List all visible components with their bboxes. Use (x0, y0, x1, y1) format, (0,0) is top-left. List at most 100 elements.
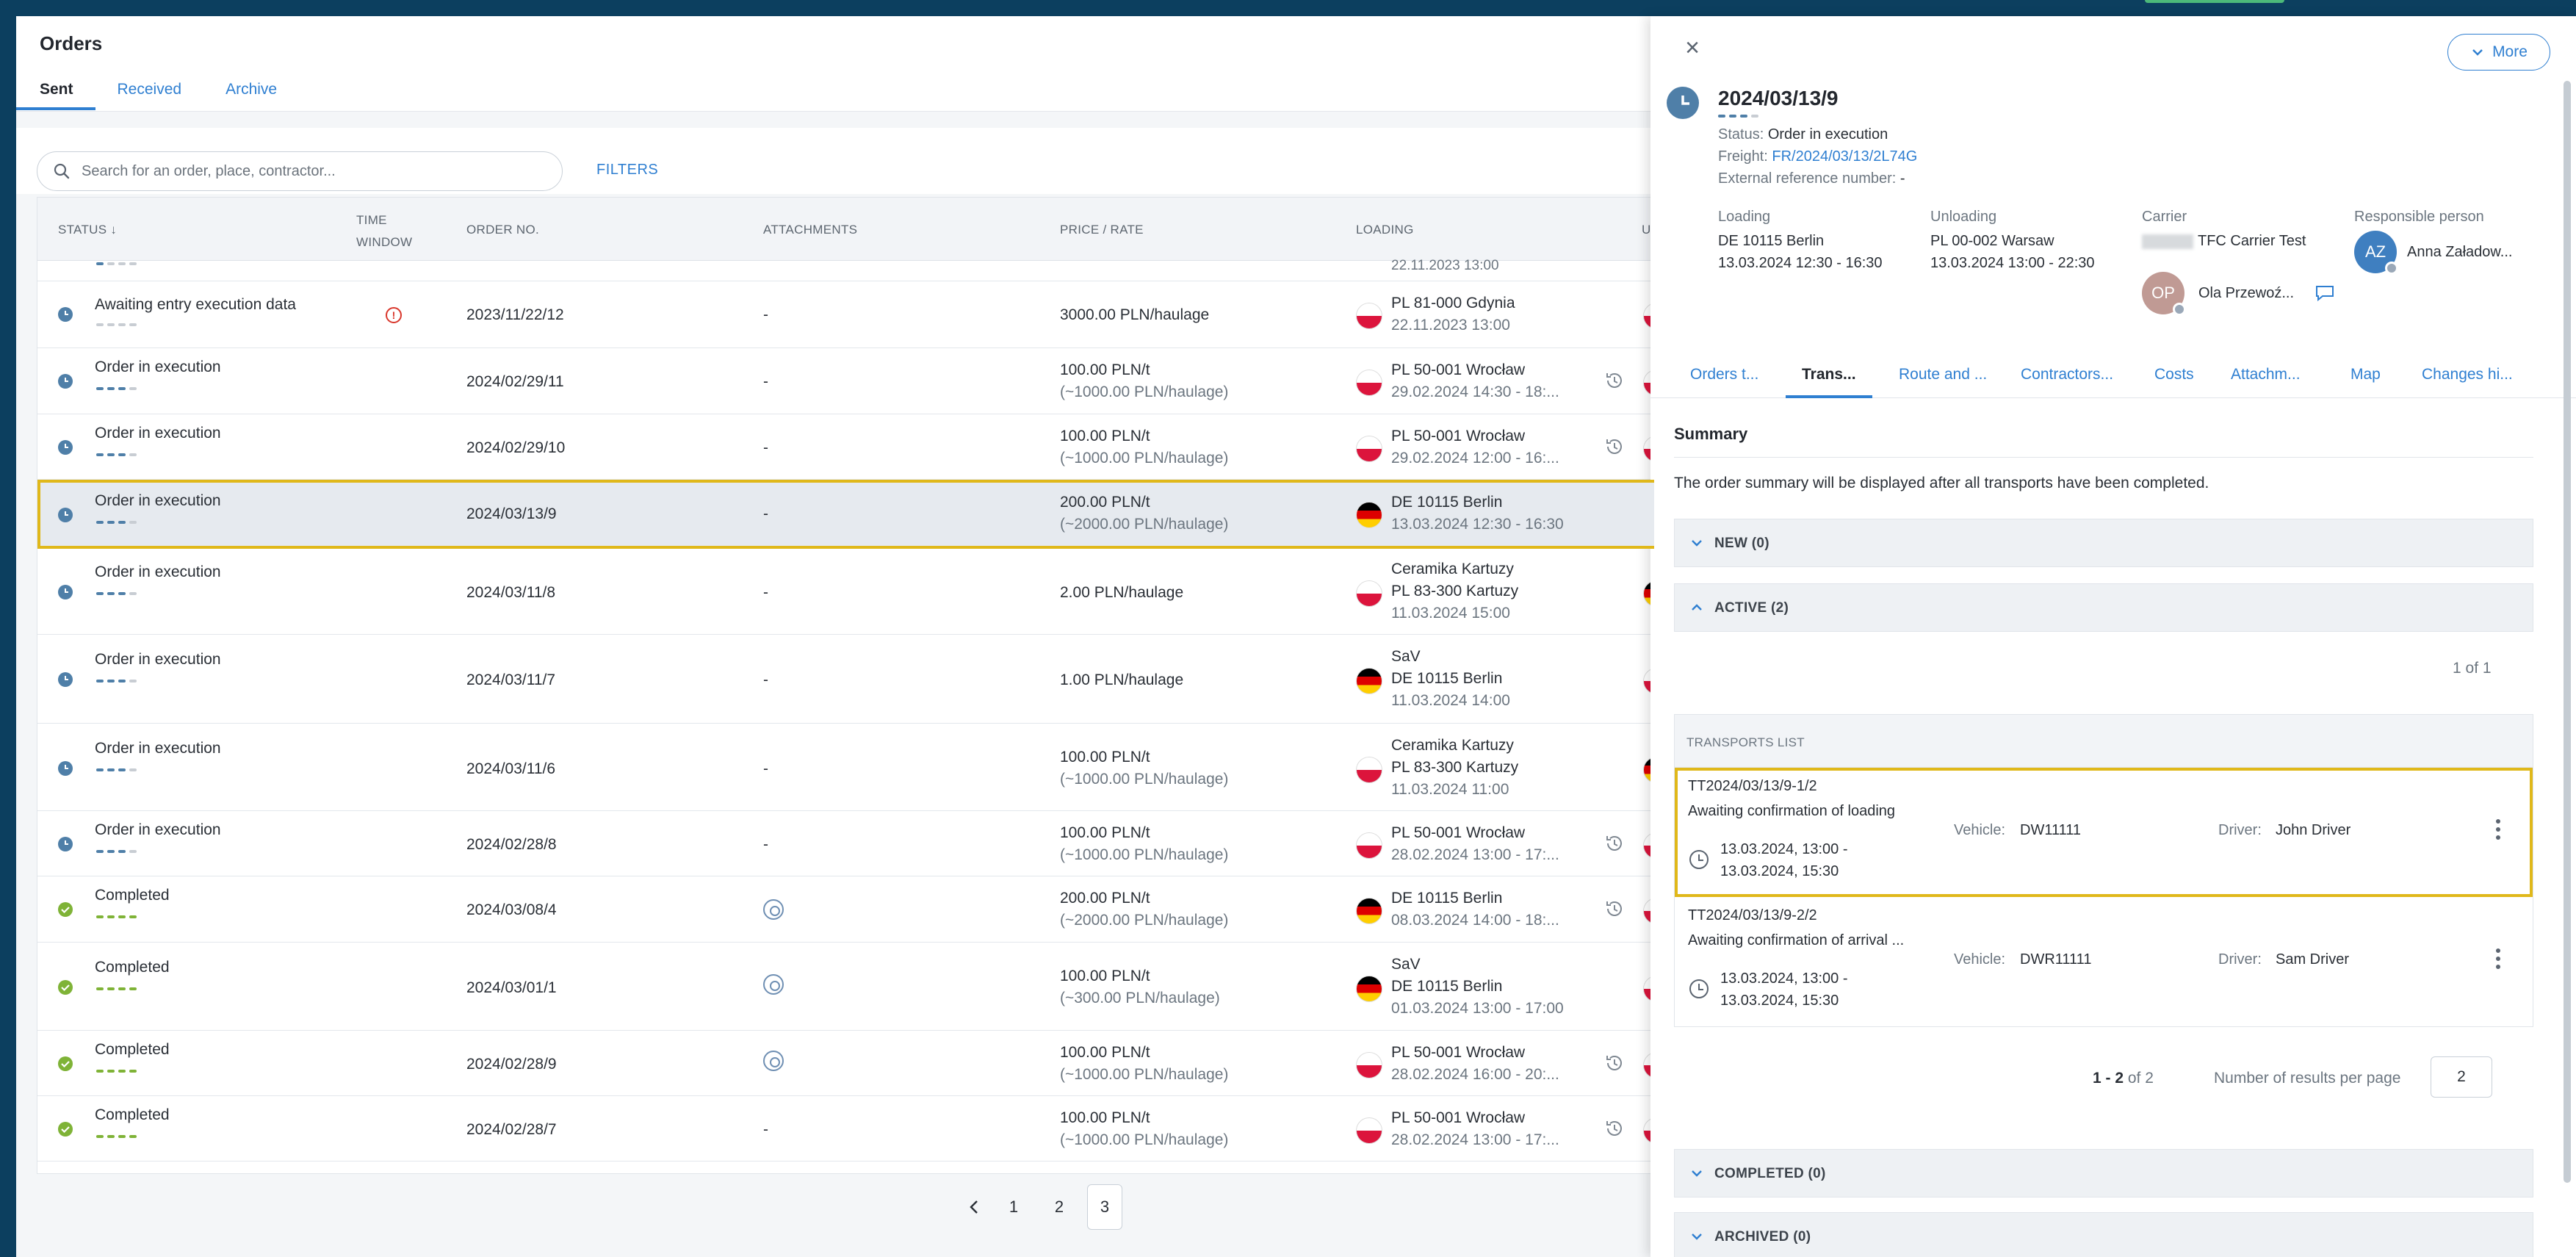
history-icon[interactable] (1603, 898, 1626, 920)
loading-place: DE 10115 Berlin (1391, 978, 1503, 995)
table-row[interactable]: Order in execution 2024/03/11/6 - 100.00… (37, 724, 1654, 811)
column-unloading: U (1642, 223, 1651, 237)
transport-row[interactable]: TT2024/03/13/9-2/2 Awaiting confirmation… (1675, 897, 2533, 1026)
avatar-initials: OP (2151, 284, 2175, 302)
history-icon[interactable] (1603, 832, 1626, 854)
column-loading: LOADING (1356, 223, 1414, 237)
page-2-button[interactable]: 2 (1042, 1184, 1077, 1230)
table-row[interactable]: Completed 2024/03/08/4 200.00 PLN/t (~20… (37, 877, 1654, 943)
more-button[interactable]: More (2447, 34, 2550, 71)
tab-transports[interactable]: Trans... (1786, 366, 1872, 398)
close-icon[interactable]: × (1681, 35, 1703, 60)
avatar[interactable]: AZ (2354, 231, 2398, 275)
section-completed[interactable]: COMPLETED (0) (1674, 1149, 2533, 1197)
column-time-window: TIME WINDOW (356, 213, 413, 249)
tab-map[interactable]: Map (2350, 366, 2381, 383)
section-new[interactable]: NEW (0) (1674, 519, 2533, 567)
price-value: 3000.00 PLN/haulage (1060, 306, 1210, 323)
summary-title: Summary (1674, 425, 1748, 443)
scrollbar[interactable] (2564, 81, 2571, 1183)
tab-orders[interactable]: Orders t... (1690, 366, 1758, 383)
flag-poland-icon (1356, 1052, 1382, 1078)
clock-icon (58, 508, 73, 522)
status-text: Order in execution (95, 563, 221, 580)
section-active-label: ACTIVE (2) (1714, 600, 1789, 616)
table-row[interactable]: Completed 2024/02/28/9 100.00 PLN/t (~10… (37, 1031, 1654, 1096)
search-input[interactable] (82, 159, 537, 183)
unloading-time: 13.03.2024 13:00 - 22:30 (1930, 255, 2095, 271)
history-icon[interactable] (1603, 1052, 1626, 1074)
loading-time: 13.03.2024 12:30 - 16:30 (1718, 255, 1883, 271)
table-row[interactable]: Awaiting entry execution data ! 2023/11/… (37, 282, 1654, 348)
loading-date: 13.03.2024 12:30 - 16:30 (1391, 516, 1564, 533)
loading-name: Ceramika Kartuzy (1391, 737, 1514, 754)
tab-received[interactable]: Received (95, 81, 204, 109)
more-vertical-icon[interactable] (2494, 819, 2502, 844)
progress-dashes (1718, 115, 1758, 118)
transport-row-selected[interactable]: TT2024/03/13/9-1/2 Awaiting confirmation… (1675, 768, 2533, 897)
clock-icon (58, 837, 73, 851)
filters-button[interactable]: FILTERS (596, 162, 658, 179)
tab-route[interactable]: Route and ... (1899, 366, 1987, 383)
table-row-selected[interactable]: Order in execution 2024/03/13/9 - 200.00… (37, 480, 1654, 549)
loading-name: SaV (1391, 648, 1421, 665)
table-row[interactable]: Order in execution 2024/02/28/8 - 100.00… (37, 812, 1654, 876)
tab-sent[interactable]: Sent (16, 81, 95, 110)
history-icon[interactable] (1603, 436, 1626, 458)
column-order-no: ORDER NO. (466, 223, 540, 237)
status-text: Awaiting entry execution data (95, 296, 296, 313)
table-row[interactable]: Order in execution 2024/03/11/7 - 1.00 P… (37, 635, 1654, 724)
price-sub: (~1000.00 PLN/haulage) (1060, 1131, 1229, 1148)
page-1-button[interactable]: 1 (996, 1184, 1031, 1230)
flag-poland-icon (1356, 436, 1382, 462)
tab-changes-history[interactable]: Changes hi... (2422, 366, 2513, 383)
transports-list-header: TRANSPORTS LIST (1675, 715, 2533, 768)
page-3-button[interactable]: 3 (1087, 1184, 1122, 1230)
page-counter: 1 of 1 (2453, 660, 2492, 677)
section-archived[interactable]: ARCHIVED (0) (1674, 1212, 2533, 1257)
history-icon[interactable] (1603, 370, 1626, 392)
table-row[interactable]: Order in execution 2024/02/29/11 - 100.0… (37, 349, 1654, 414)
table-row[interactable]: 22.11.2023 13:00 (37, 258, 1654, 281)
chat-icon[interactable] (2314, 284, 2336, 303)
more-vertical-icon[interactable] (2494, 948, 2502, 973)
status-text: Completed (95, 1041, 170, 1058)
results-footer: 1 - 2 of 2 Number of results per page 2 (1674, 1056, 2533, 1101)
column-status[interactable]: STATUS ↓ (58, 223, 117, 237)
table-row[interactable]: Completed 2024/03/01/1 100.00 PLN/t (~30… (37, 943, 1654, 1031)
avatar[interactable]: OP (2142, 272, 2186, 316)
attachment-icon[interactable] (763, 899, 784, 920)
loading-date: 28.02.2024 16:00 - 20:... (1391, 1066, 1559, 1083)
section-active[interactable]: ACTIVE (2) (1674, 583, 2533, 632)
search-box[interactable] (37, 151, 563, 191)
transport-date: 13.03.2024, 13:00 - 13.03.2024, 15:30 (1720, 968, 1847, 1012)
tab-contractors[interactable]: Contractors... (2021, 366, 2113, 383)
price-sub: (~1000.00 PLN/haulage) (1060, 846, 1229, 863)
clock-icon (1689, 979, 1709, 998)
transport-status: Awaiting confirmation of loading (1688, 803, 1896, 819)
top-action-button[interactable] (2145, 0, 2284, 3)
attachment-icon[interactable] (763, 1051, 784, 1071)
tab-archive[interactable]: Archive (203, 81, 299, 109)
price-value: 100.00 PLN/t (1060, 1109, 1150, 1126)
tab-costs[interactable]: Costs (2154, 366, 2194, 383)
attachment-icon[interactable] (763, 974, 784, 995)
orders-toolbar: FILTERS (16, 128, 1654, 194)
table-row[interactable]: Completed 2024/02/28/7 - 100.00 PLN/t (~… (37, 1097, 1654, 1161)
tab-attachments[interactable]: Attachm... (2231, 366, 2301, 383)
price-value: 100.00 PLN/t (1060, 361, 1150, 378)
table-row[interactable]: Order in execution 2024/02/29/10 - 100.0… (37, 415, 1654, 480)
loading-place: PL 50-001 Wrocław (1391, 428, 1526, 444)
blurred-logo (2142, 234, 2193, 249)
vehicle-value: DW11111 (2020, 822, 2081, 838)
results-per-page-input[interactable]: 2 (2431, 1056, 2492, 1098)
carrier-person: Ola Przewoź... (2198, 285, 2295, 301)
chevron-down-icon (1692, 1233, 1702, 1240)
table-row[interactable]: Order in execution 2024/03/11/8 - 2.00 P… (37, 550, 1654, 635)
history-icon[interactable] (1603, 1117, 1626, 1139)
freight-link[interactable]: FR/2024/03/13/2L74G (1772, 148, 1917, 165)
chevron-left-icon[interactable] (964, 1196, 986, 1218)
order-number: 2024/02/28/7 (466, 1121, 557, 1138)
status-text: Completed (95, 887, 170, 904)
warning-icon[interactable]: ! (386, 307, 402, 323)
